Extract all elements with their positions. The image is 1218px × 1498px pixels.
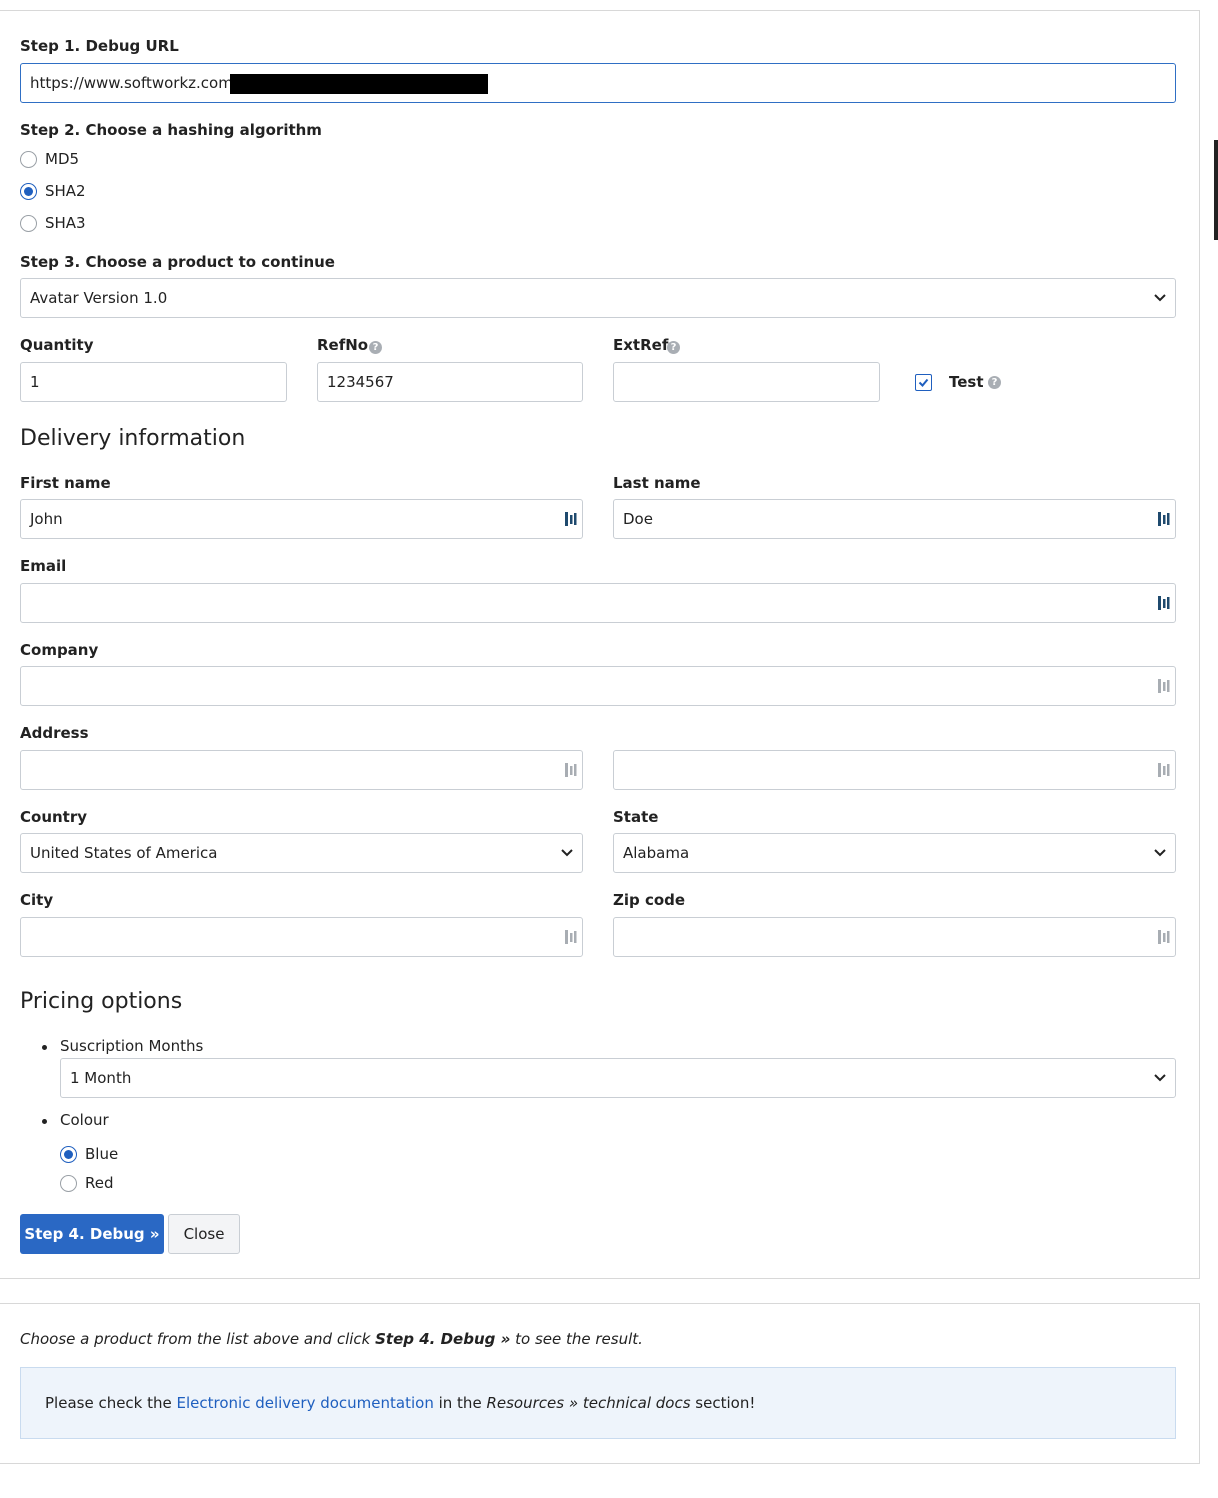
colour-red-label: Red — [85, 1174, 114, 1192]
colour-blue-label: Blue — [85, 1145, 119, 1163]
test-label: Test — [949, 373, 984, 391]
zip-input[interactable] — [613, 917, 1176, 957]
company-input[interactable] — [20, 666, 1176, 706]
result-hint-step: Step 4. Debug » — [375, 1330, 511, 1348]
sha2-label: SHA2 — [45, 182, 86, 200]
state-select-value: Alabama — [623, 844, 690, 862]
test-checkbox[interactable] — [915, 374, 932, 391]
chevron-down-icon — [1154, 849, 1166, 857]
password-manager-icon[interactable] — [1157, 929, 1171, 945]
state-select[interactable]: Alabama — [613, 833, 1176, 873]
redacted-url-part — [230, 74, 488, 94]
password-manager-icon[interactable] — [564, 511, 578, 527]
state-label: State — [613, 808, 659, 826]
chevron-down-icon — [1154, 294, 1166, 302]
country-select-value: United States of America — [30, 844, 218, 862]
info-alert-line: Please check the Electronic delivery doc… — [45, 1368, 755, 1438]
quantity-value: 1 — [30, 373, 40, 391]
colour-label: Colour — [60, 1111, 109, 1129]
sha3-radio[interactable] — [20, 215, 37, 232]
subscription-select[interactable]: 1 Month — [60, 1058, 1176, 1098]
password-manager-icon[interactable] — [1157, 595, 1171, 611]
quantity-input[interactable]: 1 — [20, 362, 287, 402]
help-icon[interactable]: ? — [988, 376, 1001, 389]
subscription-label: Suscription Months — [60, 1037, 204, 1055]
docs-link[interactable]: Electronic delivery documentation — [177, 1394, 434, 1412]
password-manager-icon[interactable] — [1157, 511, 1171, 527]
checkmark-icon — [918, 378, 929, 387]
password-manager-icon[interactable] — [564, 929, 578, 945]
md5-label: MD5 — [45, 150, 80, 168]
sha3-label: SHA3 — [45, 214, 86, 232]
info-alert: Please check the Electronic delivery doc… — [20, 1367, 1176, 1439]
password-manager-icon[interactable] — [1157, 762, 1171, 778]
result-hint-text-end: to see the result. — [510, 1330, 643, 1348]
info-text-end: section! — [690, 1394, 756, 1412]
zip-label: Zip code — [613, 891, 686, 909]
last-name-input[interactable]: Doe — [613, 499, 1176, 539]
product-select-value: Avatar Version 1.0 — [30, 289, 168, 307]
email-label: Email — [20, 557, 67, 575]
refno-input[interactable]: 1234567 — [317, 362, 583, 402]
pricing-heading: Pricing options — [20, 989, 183, 1014]
debug-url-value: https://www.softworkz.com — [30, 74, 233, 92]
window-edge — [1214, 140, 1218, 240]
refno-label: RefNo — [317, 336, 369, 354]
password-manager-icon[interactable] — [564, 762, 578, 778]
colour-blue-radio[interactable] — [60, 1146, 77, 1163]
country-select[interactable]: United States of America — [20, 833, 583, 873]
debug-url-input[interactable]: https://www.softworkz.com — [20, 63, 1176, 103]
refno-value: 1234567 — [327, 373, 394, 391]
md5-radio[interactable] — [20, 151, 37, 168]
chevron-down-icon — [1154, 1074, 1166, 1082]
list-bullet — [42, 1045, 47, 1050]
password-manager-icon[interactable] — [1157, 678, 1171, 694]
address-line1-input[interactable] — [20, 750, 583, 790]
city-label: City — [20, 891, 54, 909]
step1-label: Step 1. Debug URL — [20, 37, 179, 55]
address-line2-input[interactable] — [613, 750, 1176, 790]
product-select[interactable]: Avatar Version 1.0 — [20, 278, 1176, 318]
result-hint-text: Choose a product from the list above and… — [20, 1330, 376, 1348]
info-text-resources: Resources » technical docs — [486, 1394, 691, 1412]
first-name-label: First name — [20, 474, 111, 492]
list-bullet — [42, 1119, 47, 1124]
debug-button[interactable]: Step 4. Debug » — [20, 1214, 164, 1254]
chevron-down-icon — [561, 849, 573, 857]
extref-input[interactable] — [613, 362, 880, 402]
extref-label: ExtRef — [613, 336, 669, 354]
last-name-value: Doe — [623, 510, 653, 528]
first-name-value: John — [30, 510, 63, 528]
help-icon[interactable]: ? — [369, 341, 382, 354]
info-text-middle: in the — [433, 1394, 487, 1412]
help-icon[interactable]: ? — [667, 341, 680, 354]
email-input[interactable] — [20, 583, 1176, 623]
company-label: Company — [20, 641, 99, 659]
result-hint: Choose a product from the list above and… — [20, 1329, 643, 1349]
subscription-select-value: 1 Month — [70, 1069, 132, 1087]
step3-label: Step 3. Choose a product to continue — [20, 253, 335, 271]
sha2-radio[interactable] — [20, 183, 37, 200]
first-name-input[interactable]: John — [20, 499, 583, 539]
colour-red-radio[interactable] — [60, 1175, 77, 1192]
delivery-heading: Delivery information — [20, 426, 246, 451]
close-button[interactable]: Close — [168, 1214, 240, 1254]
step2-label: Step 2. Choose a hashing algorithm — [20, 121, 322, 139]
info-text: Please check the — [45, 1394, 177, 1412]
quantity-label: Quantity — [20, 336, 94, 354]
city-input[interactable] — [20, 917, 583, 957]
last-name-label: Last name — [613, 474, 701, 492]
address-label: Address — [20, 724, 89, 742]
country-label: Country — [20, 808, 88, 826]
